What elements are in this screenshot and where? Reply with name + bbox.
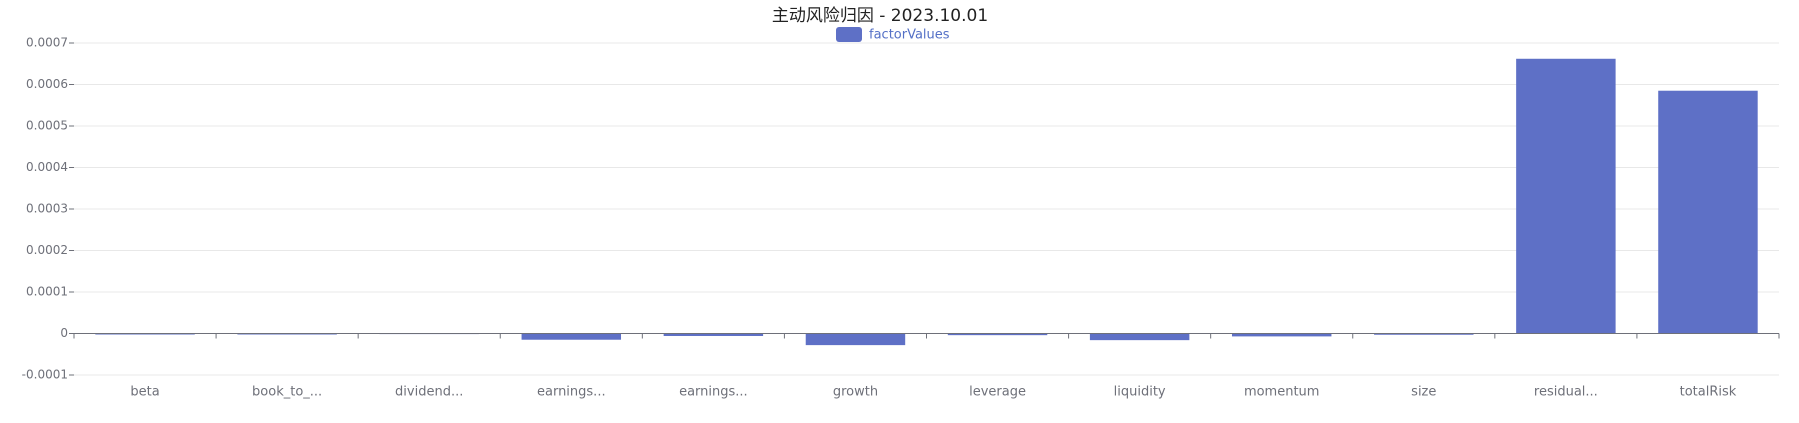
x-tick-label: leverage [969,385,1026,400]
bar-5[interactable] [805,333,906,346]
x-axis: beta book_to_... dividend... earnings... ear… [73,333,1780,400]
x-tick-label: earnings... [679,385,748,400]
chart-title: 主动风险归因 - 2023.10.01 [772,6,988,26]
x-tick-label: book_to_... [252,385,322,400]
x-tick-label: residual... [1534,385,1598,400]
bar-7[interactable] [1089,333,1190,341]
bar-chart: 主动风险归因 - 2023.10.01 factorValues -0.0001… [22,6,1780,400]
x-tick-label: size [1411,385,1436,400]
x-tick-label: beta [130,385,159,400]
x-tick-label: earnings... [537,385,606,400]
legend[interactable]: factorValues [836,27,950,43]
y-tick-label: 0.0004 [26,160,68,174]
legend-label[interactable]: factorValues [869,28,950,43]
y-tick-label: 0.0003 [26,202,68,216]
y-tick-label: 0.0005 [26,119,68,133]
bar-11[interactable] [1658,90,1758,334]
y-tick-label: 0.0002 [26,243,68,257]
x-tick-label: momentum [1244,385,1320,400]
y-tick-label: 0.0001 [26,285,68,299]
bar-10[interactable] [1516,58,1616,334]
legend-swatch[interactable] [836,27,862,42]
y-tick-label: -0.0001 [22,368,68,382]
x-tick-label: liquidity [1114,385,1166,400]
x-tick-label: growth [833,385,878,400]
x-tick-label: totalRisk [1680,385,1737,400]
y-tick-label: 0.0006 [26,77,68,91]
y-tick-label: 0 [60,326,68,340]
bar-3[interactable] [521,333,622,340]
bar-series [95,58,1758,346]
y-tick-label: 0.0007 [26,36,68,50]
x-tick-label: dividend... [395,385,463,400]
y-axis: -0.0001 0 0.0001 0.0002 0.0003 0.0004 0.0005 0.… [22,36,74,382]
